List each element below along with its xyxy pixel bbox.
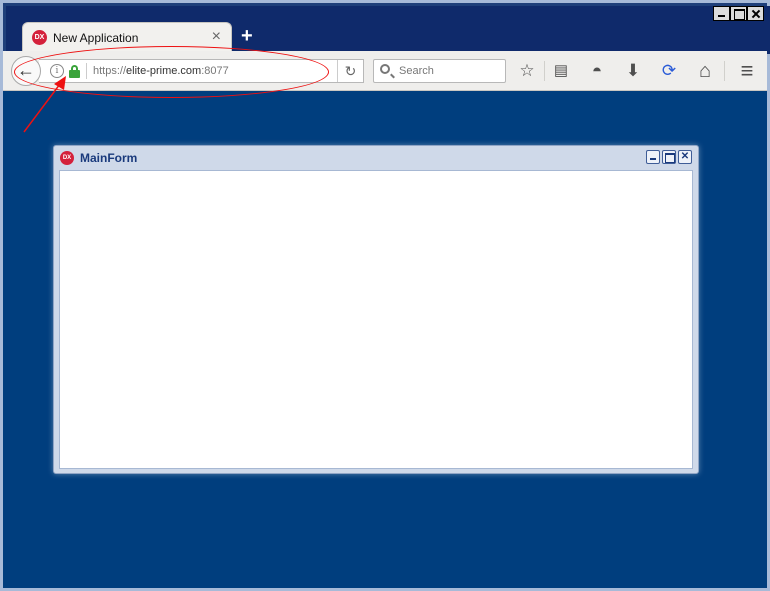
search-input[interactable]: Search (373, 59, 506, 83)
mainform-maximize-button[interactable] (662, 150, 676, 164)
dx-logo-icon: DX (32, 30, 47, 45)
mainform-title: MainForm (80, 151, 138, 165)
toolbar-divider (724, 61, 725, 81)
hamburger-menu-icon[interactable]: ≡ (735, 59, 759, 83)
bookmark-star-icon[interactable]: ☆ (515, 59, 539, 83)
reader-list-icon[interactable]: ▤ (549, 59, 573, 83)
reload-icon[interactable]: ↻ (337, 60, 363, 82)
search-icon (380, 64, 390, 74)
tab-title: New Application (53, 31, 139, 45)
close-tab-icon[interactable]: × (212, 28, 221, 46)
mainform-close-button[interactable]: ✕ (678, 150, 692, 164)
window-close-button[interactable] (747, 6, 764, 21)
search-placeholder: Search (399, 65, 434, 77)
annotation-ellipse (14, 46, 329, 98)
mainform-controls: ✕ (646, 150, 692, 164)
sync-icon[interactable]: ⟳ (657, 59, 681, 83)
dx-logo-icon: DX (60, 151, 74, 165)
toolbar-divider (544, 61, 545, 81)
home-icon[interactable]: ⌂ (693, 59, 717, 83)
mainform-client-area (59, 170, 693, 469)
pocket-icon[interactable]: ◓ (585, 59, 609, 83)
window-maximize-button[interactable] (730, 6, 747, 21)
new-tab-button[interactable]: + (241, 25, 253, 48)
mainform-window[interactable]: DX MainForm ✕ (53, 145, 699, 474)
download-icon[interactable]: ⬇ (621, 59, 645, 83)
window-minimize-button[interactable] (713, 6, 730, 21)
window-controls (713, 6, 764, 21)
mainform-minimize-button[interactable] (646, 150, 660, 164)
